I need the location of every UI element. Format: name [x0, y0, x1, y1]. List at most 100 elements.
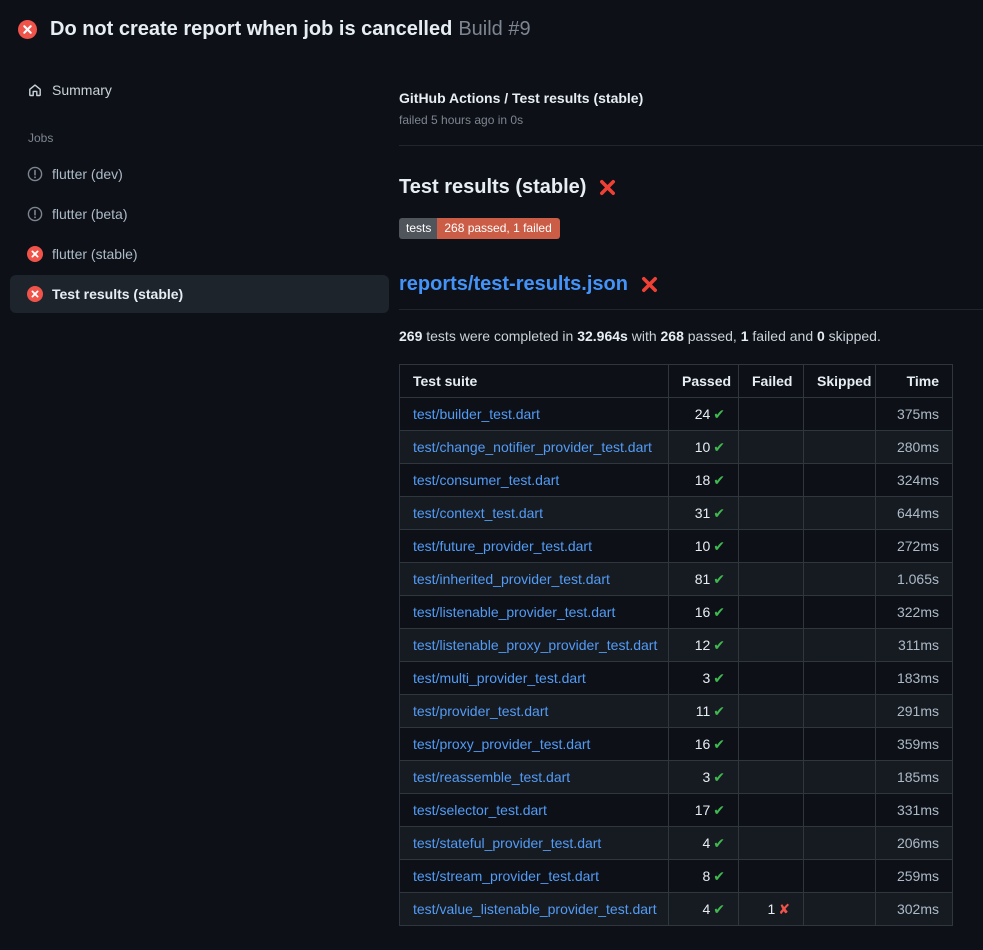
breadcrumb: GitHub Actions / Test results (stable) [399, 88, 983, 108]
col-failed: Failed [739, 365, 804, 398]
skipped-count [804, 563, 876, 596]
time-value: 272ms [876, 530, 953, 563]
test-suite-link[interactable]: test/stateful_provider_test.dart [413, 835, 601, 851]
test-suite-link[interactable]: test/context_test.dart [413, 505, 543, 521]
report-file-link[interactable]: reports/test-results.json [399, 269, 628, 299]
check-icon: ✔ [713, 538, 725, 554]
skipped-count [804, 596, 876, 629]
table-row: test/reassemble_test.dart 3✔ 185ms [400, 761, 953, 794]
time-value: 324ms [876, 464, 953, 497]
check-icon: ✔ [713, 769, 725, 785]
check-icon: ✔ [713, 406, 725, 422]
passed-count: 4 [702, 901, 710, 917]
skipped-count [804, 794, 876, 827]
failed-status-icon [27, 286, 43, 302]
table-row: test/builder_test.dart 24✔ 375ms [400, 398, 953, 431]
job-label: flutter (beta) [52, 206, 127, 222]
sidebar: Summary Jobs flutter (dev) flutter (beta… [0, 52, 399, 315]
col-skipped: Skipped [804, 365, 876, 398]
check-icon: ✔ [713, 505, 725, 521]
test-suite-link[interactable]: test/listenable_provider_test.dart [413, 604, 615, 620]
table-row: test/stateful_provider_test.dart 4✔ 206m… [400, 827, 953, 860]
test-suite-link[interactable]: test/selector_test.dart [413, 802, 547, 818]
check-icon: ✔ [713, 703, 725, 719]
badge-value: 268 passed, 1 failed [437, 218, 559, 239]
test-suite-link[interactable]: test/proxy_provider_test.dart [413, 736, 590, 752]
check-icon: ✔ [713, 604, 725, 620]
test-suite-link[interactable]: test/listenable_proxy_provider_test.dart [413, 637, 657, 653]
test-suite-link[interactable]: test/future_provider_test.dart [413, 538, 592, 554]
time-value: 1.065s [876, 563, 953, 596]
summary-failed: 1 [741, 328, 749, 344]
skipped-count [804, 398, 876, 431]
time-value: 311ms [876, 629, 953, 662]
skipped-count [804, 728, 876, 761]
job-label: flutter (dev) [52, 166, 123, 182]
test-suite-link[interactable]: test/inherited_provider_test.dart [413, 571, 610, 587]
test-suite-link[interactable]: test/provider_test.dart [413, 703, 548, 719]
skipped-count [804, 827, 876, 860]
time-value: 359ms [876, 728, 953, 761]
passed-count: 10 [695, 538, 711, 554]
passed-count: 3 [702, 769, 710, 785]
sidebar-item-summary[interactable]: Summary [10, 76, 389, 104]
passed-count: 16 [695, 736, 711, 752]
time-value: 331ms [876, 794, 953, 827]
test-suite-link[interactable]: test/consumer_test.dart [413, 472, 559, 488]
check-icon: ✔ [713, 670, 725, 686]
failed-status-icon [27, 246, 43, 262]
passed-count: 10 [695, 439, 711, 455]
summary-skipped: 0 [817, 328, 825, 344]
sidebar-job-item[interactable]: Test results (stable) [10, 275, 389, 313]
check-icon: ✔ [713, 802, 725, 818]
sidebar-job-item[interactable]: flutter (stable) [10, 235, 389, 273]
test-suite-link[interactable]: test/builder_test.dart [413, 406, 540, 422]
test-suite-link[interactable]: test/reassemble_test.dart [413, 769, 570, 785]
time-value: 291ms [876, 695, 953, 728]
passed-count: 17 [695, 802, 711, 818]
test-suite-link[interactable]: test/stream_provider_test.dart [413, 868, 599, 884]
table-header-row: Test suite Passed Failed Skipped Time [400, 365, 953, 398]
test-suite-link[interactable]: test/change_notifier_provider_test.dart [413, 439, 652, 455]
check-run-header: Do not create report when job is cancell… [0, 0, 983, 52]
col-test-suite: Test suite [400, 365, 669, 398]
table-row: test/context_test.dart 31✔ 644ms [400, 497, 953, 530]
passed-count: 31 [695, 505, 711, 521]
table-row: test/change_notifier_provider_test.dart … [400, 431, 953, 464]
time-value: 183ms [876, 662, 953, 695]
passed-count: 12 [695, 637, 711, 653]
check-icon: ✔ [713, 736, 725, 752]
test-suite-link[interactable]: test/multi_provider_test.dart [413, 670, 586, 686]
test-suite-link[interactable]: test/value_listenable_provider_test.dart [413, 901, 657, 917]
check-icon: ✔ [713, 868, 725, 884]
check-icon: ✔ [713, 637, 725, 653]
time-value: 206ms [876, 827, 953, 860]
col-passed: Passed [669, 365, 739, 398]
home-icon [27, 82, 43, 98]
check-icon: ✔ [713, 835, 725, 851]
page-title: Do not create report when job is cancell… [50, 18, 452, 40]
check-icon: ✔ [713, 901, 725, 917]
skipped-count [804, 464, 876, 497]
time-value: 280ms [876, 431, 953, 464]
table-row: test/value_listenable_provider_test.dart… [400, 893, 953, 926]
table-row: test/proxy_provider_test.dart 16✔ 359ms [400, 728, 953, 761]
skipped-count [804, 695, 876, 728]
passed-count: 16 [695, 604, 711, 620]
summary-time: 32.964s [577, 328, 628, 344]
passed-count: 8 [702, 868, 710, 884]
sidebar-job-item[interactable]: flutter (dev) [10, 155, 389, 193]
time-value: 302ms [876, 893, 953, 926]
check-icon: ✔ [713, 472, 725, 488]
skipped-count [804, 860, 876, 893]
skipped-count [804, 530, 876, 563]
tests-status-badge[interactable]: tests 268 passed, 1 failed [399, 218, 560, 239]
passed-count: 81 [695, 571, 711, 587]
jobs-section-label: Jobs [28, 131, 399, 145]
table-row: test/listenable_proxy_provider_test.dart… [400, 629, 953, 662]
table-row: test/listenable_provider_test.dart 16✔ 3… [400, 596, 953, 629]
skipped-count [804, 893, 876, 926]
sidebar-job-item[interactable]: flutter (beta) [10, 195, 389, 233]
cross-icon: ✘ [778, 901, 790, 917]
badge-label: tests [399, 218, 437, 239]
